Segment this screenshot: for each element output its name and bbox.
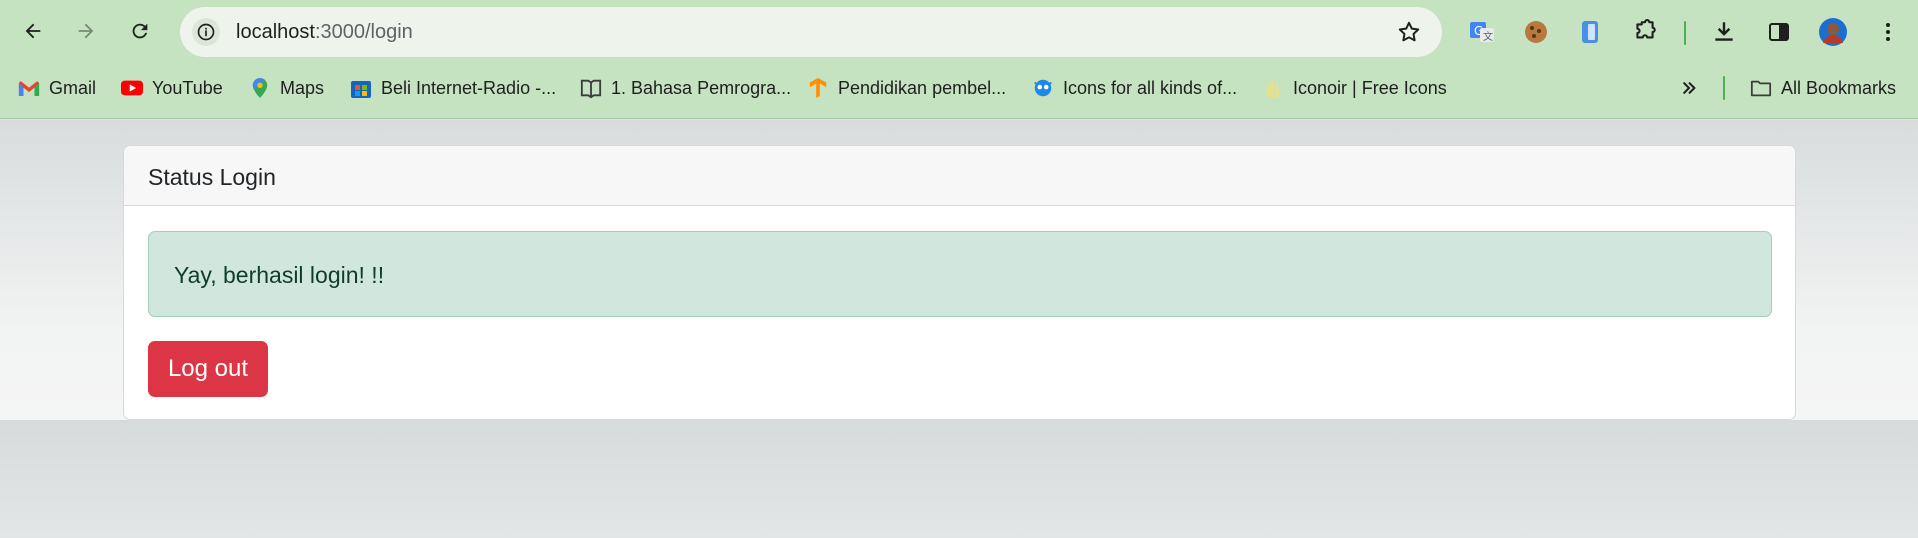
book-icon bbox=[580, 77, 602, 99]
alert-message: Yay, berhasil login! !! bbox=[174, 262, 385, 288]
card-header: Status Login bbox=[124, 146, 1795, 206]
reload-button[interactable] bbox=[122, 13, 158, 49]
url-host: localhost bbox=[236, 21, 315, 43]
forward-button[interactable] bbox=[68, 13, 104, 49]
bookmark-star-icon[interactable] bbox=[1396, 19, 1422, 45]
youtube-icon bbox=[121, 77, 143, 99]
bookmark-gmail[interactable]: Gmail bbox=[18, 74, 96, 102]
store-icon bbox=[350, 77, 372, 99]
download-icon[interactable] bbox=[1708, 16, 1740, 48]
site-info-icon[interactable] bbox=[192, 18, 220, 46]
bookmarks-divider bbox=[1723, 76, 1725, 100]
tensorflow-icon bbox=[807, 77, 829, 99]
arrow-left-icon bbox=[25, 23, 41, 39]
bookmark-label: Gmail bbox=[49, 77, 97, 98]
all-bookmarks-label: All Bookmarks bbox=[1781, 77, 1897, 98]
browser-toolbar: localhost:3000/login G文 bbox=[0, 0, 1918, 64]
all-bookmarks-button[interactable]: All Bookmarks bbox=[1750, 74, 1896, 102]
success-alert: Yay, berhasil login! !! bbox=[148, 231, 1772, 317]
device-icon[interactable] bbox=[1574, 16, 1606, 48]
toolbar-divider bbox=[1684, 21, 1686, 45]
browser-menu-icon[interactable] bbox=[1872, 16, 1904, 48]
bookmark-label: Pendidikan pembel... bbox=[838, 77, 1007, 98]
bookmark-youtube[interactable]: YouTube bbox=[121, 74, 223, 102]
profile-avatar-icon[interactable] bbox=[1817, 16, 1849, 48]
bookmark-internet-radio[interactable]: Beli Internet-Radio -... bbox=[350, 74, 556, 102]
bookmark-icons-for-all[interactable]: Icons for all kinds of... bbox=[1032, 74, 1237, 102]
bookmark-label: Icons for all kinds of... bbox=[1063, 77, 1238, 98]
card-title: Status Login bbox=[148, 164, 276, 190]
more-bookmarks-button[interactable] bbox=[1678, 74, 1700, 102]
google-translate-icon[interactable]: G文 bbox=[1466, 16, 1498, 48]
logout-button[interactable]: Log out bbox=[148, 341, 268, 397]
url-path: :3000/login bbox=[314, 21, 413, 43]
bookmark-iconoir[interactable]: Iconoir | Free Icons bbox=[1262, 74, 1447, 102]
maps-icon bbox=[249, 77, 271, 99]
cookie-icon[interactable] bbox=[1520, 16, 1552, 48]
page-lower-area bbox=[0, 420, 1918, 538]
url-text[interactable]: localhost:3000/login bbox=[236, 21, 413, 44]
extensions-puzzle-icon[interactable] bbox=[1629, 16, 1661, 48]
reload-icon bbox=[132, 23, 148, 39]
address-bar[interactable]: localhost:3000/login bbox=[180, 7, 1442, 57]
folder-icon bbox=[1750, 77, 1772, 99]
status-card: Status Login Yay, berhasil login! !! Log… bbox=[123, 145, 1796, 420]
side-panel-icon[interactable] bbox=[1763, 16, 1795, 48]
bookmark-label: Maps bbox=[280, 77, 325, 98]
arrow-right-icon bbox=[78, 23, 94, 39]
gmail-icon bbox=[18, 77, 40, 99]
bookmark-label: Iconoir | Free Icons bbox=[1293, 77, 1447, 98]
back-button[interactable] bbox=[15, 13, 51, 49]
bookmark-label: Beli Internet-Radio -... bbox=[381, 77, 557, 98]
bookmark-pendidikan[interactable]: Pendidikan pembel... bbox=[807, 74, 1006, 102]
svg-text:文: 文 bbox=[1483, 30, 1493, 43]
bookmark-bahasa-pemrograman[interactable]: 1. Bahasa Pemrogra... bbox=[580, 74, 791, 102]
bookmark-label: YouTube bbox=[152, 77, 223, 98]
bookmark-maps[interactable]: Maps bbox=[249, 74, 324, 102]
bookmarks-bar: Gmail YouTube Maps Beli Internet-Radio -… bbox=[0, 70, 1918, 106]
icons-site-icon bbox=[1032, 77, 1054, 99]
iconoir-icon bbox=[1262, 77, 1284, 99]
chevron-double-right-icon bbox=[1678, 77, 1700, 99]
browser-chrome: localhost:3000/login G文 Gmail YouTube Ma… bbox=[0, 0, 1918, 119]
bookmark-label: 1. Bahasa Pemrogra... bbox=[611, 77, 792, 98]
